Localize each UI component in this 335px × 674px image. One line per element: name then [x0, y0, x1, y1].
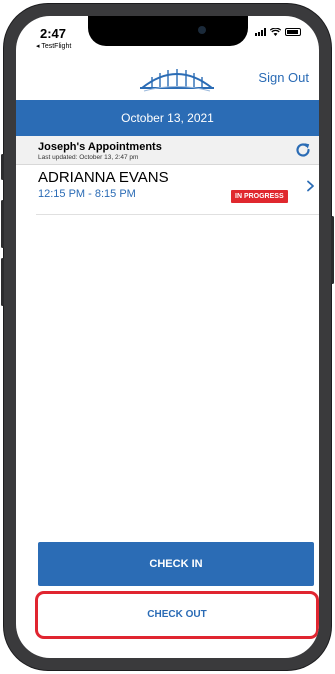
notch	[88, 16, 248, 46]
phone-mute-switch	[1, 154, 4, 180]
phone-volume-down	[1, 258, 4, 306]
sign-out-button[interactable]: Sign Out	[258, 70, 309, 85]
appointment-time: 12:15 PM - 8:15 PM	[38, 188, 136, 200]
refresh-icon[interactable]	[293, 140, 313, 160]
app-header: Sign Out	[16, 56, 319, 96]
front-camera	[198, 26, 206, 34]
appointment-client-name: ADRIANNA EVANS	[38, 169, 169, 186]
wifi-icon	[270, 28, 281, 36]
appointment-row[interactable]: ADRIANNA EVANS 12:15 PM - 8:15 PM IN PRO…	[36, 166, 319, 215]
chevron-right-icon	[307, 180, 314, 192]
status-time: 2:47	[40, 26, 67, 41]
appointments-header: Joseph's Appointments Last updated: Octo…	[16, 136, 319, 165]
phone-screen: 2:47 ◂ TestFlight Sign Out October 13, 2…	[16, 16, 319, 658]
check-in-button[interactable]: CHECK IN	[38, 542, 314, 586]
cellular-signal-icon	[255, 28, 266, 36]
phone-volume-up	[1, 200, 4, 248]
check-out-button[interactable]: CHECK OUT	[35, 591, 319, 639]
status-icons	[255, 28, 301, 36]
appointments-title: Joseph's Appointments	[38, 141, 162, 153]
phone-frame: 2:47 ◂ TestFlight Sign Out October 13, 2…	[1, 4, 334, 670]
battery-icon	[285, 28, 301, 36]
phone-power-button	[331, 216, 334, 284]
date-bar: October 13, 2021	[16, 100, 319, 136]
last-updated-text: Last updated: October 13, 2:47 pm	[38, 154, 139, 161]
status-badge: IN PROGRESS	[231, 190, 288, 203]
back-to-testflight-link[interactable]: ◂ TestFlight	[36, 42, 71, 50]
bridge-logo-icon	[140, 69, 214, 92]
